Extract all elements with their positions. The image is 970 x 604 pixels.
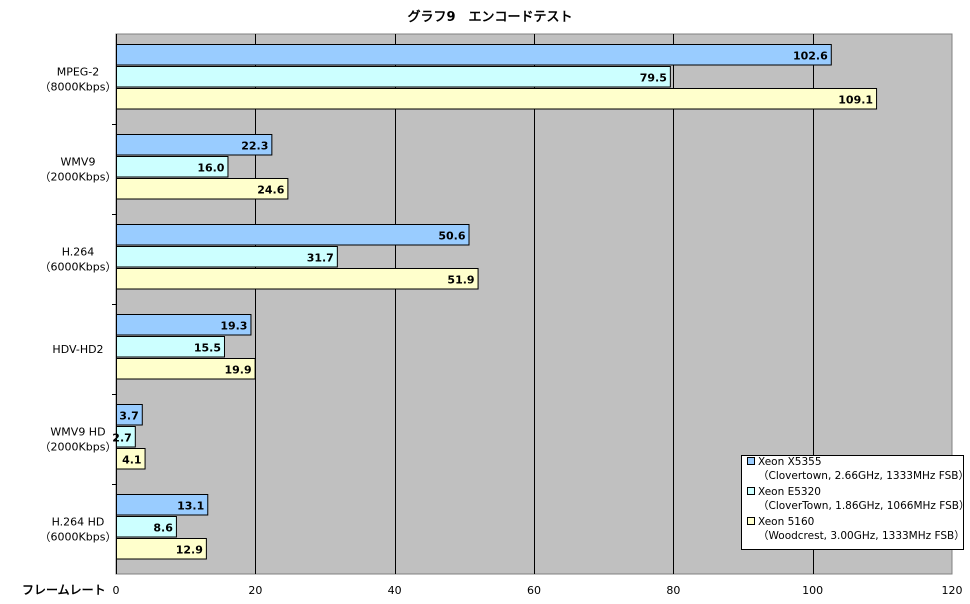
data-label: 2.7 [112, 431, 132, 444]
bar [116, 66, 671, 88]
plot-area: 0 20 40 60 80 100 120 MPEG-2 （8000Kbps） 102.6 79.5… [40, 33, 969, 597]
x-tick-label: 20 [248, 584, 262, 597]
x-tick-label: 120 [942, 584, 963, 597]
data-label: 16.0 [197, 161, 224, 174]
data-label: 13.1 [177, 499, 204, 512]
category-label: WMV9 HD （2000Kbps） [40, 426, 117, 454]
bar [116, 88, 878, 110]
bar-chart: グラフ9 エンコードテスト 0 20 40 60 80 100 120 MPEG-2 （8000… [22, 9, 969, 597]
category-label: MPEG-2 （8000Kbps） [40, 66, 117, 94]
data-label: 19.3 [220, 319, 247, 332]
category-label: H.264 HD （6000Kbps） [40, 516, 117, 544]
data-label: 79.5 [640, 71, 667, 84]
x-tick-label: 0 [113, 584, 120, 597]
bar [116, 246, 338, 268]
legend-swatch [747, 487, 755, 495]
data-label: 102.6 [793, 49, 828, 62]
data-label: 31.7 [307, 251, 334, 264]
data-label: 12.9 [176, 543, 203, 556]
data-label: 15.5 [194, 341, 221, 354]
x-axis-label: フレームレート [22, 583, 106, 597]
bar [116, 224, 470, 246]
data-label: 3.7 [119, 409, 139, 422]
data-label: 22.3 [241, 139, 268, 152]
data-label: 8.6 [153, 521, 173, 534]
data-label: 50.6 [438, 229, 465, 242]
x-tick-label: 100 [802, 584, 823, 597]
x-tick-label: 40 [388, 584, 402, 597]
x-tick-label: 80 [666, 584, 680, 597]
data-label: 24.6 [257, 183, 284, 196]
data-label: 51.9 [447, 273, 474, 286]
category-label: WMV9 （2000Kbps） [40, 156, 117, 184]
chart-title: グラフ9 エンコードテスト [407, 9, 572, 25]
category-label: HDV-HD2 [52, 343, 103, 356]
legend-swatch [747, 517, 755, 525]
data-label: 4.1 [122, 453, 142, 466]
data-label: 19.9 [224, 363, 251, 376]
bar [116, 44, 832, 66]
legend-swatch [747, 457, 755, 465]
category-label: H.264 （6000Kbps） [40, 246, 117, 274]
data-label: 109.1 [838, 93, 873, 106]
x-tick-label: 60 [527, 584, 541, 597]
bar [116, 268, 479, 290]
